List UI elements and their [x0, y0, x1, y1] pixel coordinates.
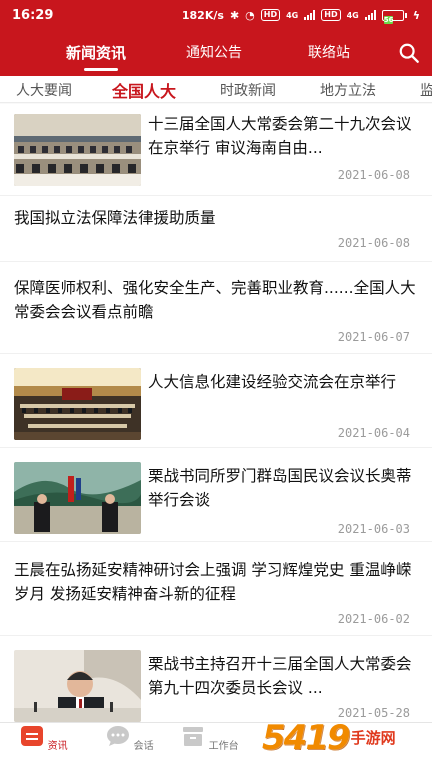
- news-item[interactable]: 我国拟立法保障法律援助质量 2021-06-08: [0, 196, 432, 260]
- battery-level: 56: [383, 15, 394, 24]
- status-bar: 16:29 182K/s ✱ ◔ HD 4G HD 4G 56 ϟ: [0, 0, 432, 30]
- tab-news[interactable]: 新闻资讯: [66, 42, 126, 63]
- alarm-icon: ◔: [245, 8, 255, 22]
- news-item[interactable]: 人大信息化建设经验交流会在京举行 2021-06-04: [0, 354, 432, 446]
- news-title: 保障医师权利、强化安全生产、完善职业教育......全国人大常委会会议看点前瞻: [14, 279, 416, 321]
- news-item[interactable]: 十三届全国人大常委会第二十九次会议在京举行 审议海南自由... 2021-06-…: [0, 106, 432, 194]
- status-icons: 182K/s ✱ ◔ HD 4G HD 4G 56 ϟ: [181, 8, 420, 24]
- top-nav: 新闻资讯 通知公告 联络站: [0, 30, 432, 76]
- news-item[interactable]: 栗战书同所罗门群岛国民议会议长奥蒂举行会谈 2021-06-03: [0, 448, 432, 540]
- chat-icon: [107, 726, 130, 746]
- news-date: 2021-06-03: [337, 522, 410, 536]
- charging-icon: ϟ: [412, 8, 420, 22]
- news-date: 2021-06-08: [337, 236, 410, 250]
- news-title: 栗战书同所罗门群岛国民议会议长奥蒂举行会谈: [148, 467, 412, 509]
- news-title: 栗战书主持召开十三届全国人大常委会第九十四次委员长会议 ...: [148, 655, 412, 697]
- workbench-icon: [183, 727, 204, 746]
- tab-notices[interactable]: 通知公告: [186, 42, 242, 62]
- news-title: 我国拟立法保障法律援助质量: [14, 209, 216, 227]
- network-type-1: 4G: [286, 10, 299, 20]
- news-title: 王晨在弘扬延安精神研讨会上强调 学习辉煌党史 重温峥嵘岁月 发扬延安精神奋斗新的…: [14, 561, 412, 603]
- news-item[interactable]: 王晨在弘扬延安精神研讨会上强调 学习辉煌党史 重温峥嵘岁月 发扬延安精神奋斗新的…: [0, 542, 432, 634]
- news-item[interactable]: 保障医师权利、强化安全生产、完善职业教育......全国人大常委会会议看点前瞻 …: [0, 262, 432, 352]
- news-date: 2021-06-07: [337, 330, 410, 344]
- subtab-npc-news[interactable]: 人大要闻: [16, 80, 72, 100]
- network-speed: 182K/s: [181, 8, 224, 22]
- watermark-digits: 5419: [262, 718, 351, 758]
- tab-liaison[interactable]: 联络站: [308, 42, 350, 62]
- watermark-text: 手游网: [350, 728, 396, 747]
- news-thumbnail: [14, 462, 141, 534]
- search-icon[interactable]: [398, 42, 420, 64]
- news-thumbnail: [14, 114, 141, 186]
- battery-icon: 56: [381, 9, 407, 24]
- news-date: 2021-06-02: [337, 612, 410, 626]
- signal-2-icon: [364, 10, 376, 20]
- news-date: 2021-06-08: [337, 168, 410, 182]
- news-icon: [21, 726, 44, 746]
- bottom-tab-news[interactable]: 资讯: [14, 725, 74, 752]
- news-title: 人大信息化建设经验交流会在京举行: [148, 373, 397, 391]
- signal-1-icon: [304, 10, 316, 20]
- subtab-national-npc[interactable]: 全国人大: [112, 78, 176, 102]
- category-tabs: 人大要闻 全国人大 时政新闻 地方立法 监: [0, 76, 432, 104]
- subtab-supervision[interactable]: 监: [420, 80, 432, 100]
- bottom-tab-workbench[interactable]: 工作台: [180, 725, 240, 752]
- watermark-name: 手游网: [350, 728, 396, 747]
- bottom-tab-label: 工作台: [208, 741, 239, 752]
- active-tab-indicator: [84, 68, 118, 71]
- hd-badge-1: HD: [260, 9, 281, 21]
- news-thumbnail: [14, 650, 141, 722]
- status-time: 16:29: [12, 7, 54, 23]
- network-type-2: 4G: [346, 10, 359, 20]
- subtab-local-legislation[interactable]: 地方立法: [320, 80, 376, 100]
- hd-badge-2: HD: [321, 9, 341, 21]
- bottom-tab-chat[interactable]: 会话: [100, 725, 160, 752]
- bottom-tab-label: 资讯: [47, 741, 68, 752]
- news-date: 2021-06-04: [337, 426, 410, 440]
- news-title: 十三届全国人大常委会第二十九次会议在京举行 审议海南自由...: [148, 115, 412, 157]
- subtab-current-affairs[interactable]: 时政新闻: [220, 80, 276, 100]
- bluetooth-icon: ✱: [229, 8, 240, 22]
- bottom-tab-label: 会话: [133, 741, 154, 752]
- watermark-logo: 5419 手游网: [262, 708, 432, 768]
- news-thumbnail: [14, 368, 141, 440]
